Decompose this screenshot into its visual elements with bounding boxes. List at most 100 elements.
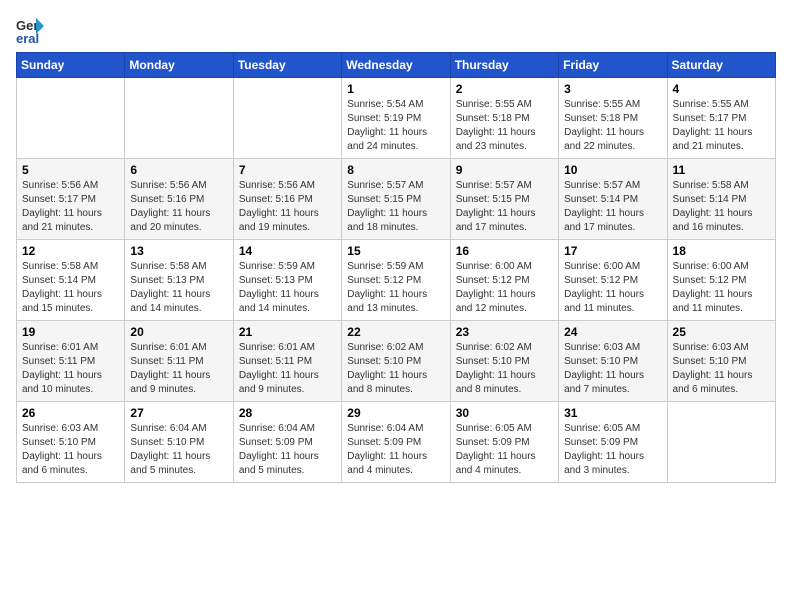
day-number: 25	[673, 325, 770, 339]
day-info: Sunrise: 5:57 AM Sunset: 5:14 PM Dayligh…	[564, 179, 661, 235]
day-info: Sunrise: 5:58 AM Sunset: 5:14 PM Dayligh…	[22, 260, 119, 316]
logo-icon: Gen eral	[16, 16, 44, 44]
calendar-cell: 23 Sunrise: 6:02 AM Sunset: 5:10 PM Dayli…	[450, 321, 558, 402]
calendar-cell: 29Sunrise: 6:04 AM Sunset: 5:09 PM Dayli…	[342, 402, 450, 483]
day-number: 22	[347, 325, 444, 339]
calendar: SundayMondayTuesdayWednesdayThursdayFrid…	[16, 52, 776, 483]
day-info: Sunrise: 5:57 AM Sunset: 5:15 PM Dayligh…	[347, 179, 444, 235]
weekday-header-thursday: Thursday	[450, 53, 558, 78]
calendar-cell: 11 Sunrise: 5:58 AM Sunset: 5:14 PM Dayli…	[667, 159, 775, 240]
day-info: Sunrise: 5:55 AM Sunset: 5:18 PM Dayligh…	[564, 98, 661, 154]
weekday-header-saturday: Saturday	[667, 53, 775, 78]
calendar-cell: 12 Sunrise: 5:58 AM Sunset: 5:14 PM Dayli…	[17, 240, 125, 321]
calendar-cell: 15Sunrise: 5:59 AM Sunset: 5:12 PM Dayli…	[342, 240, 450, 321]
day-info: Sunrise: 5:56 AM Sunset: 5:16 PM Dayligh…	[130, 179, 227, 235]
calendar-cell	[125, 78, 233, 159]
day-number: 13	[130, 244, 227, 258]
day-info: Sunrise: 6:04 AM Sunset: 5:09 PM Dayligh…	[239, 422, 336, 478]
calendar-cell: 21Sunrise: 6:01 AM Sunset: 5:11 PM Dayli…	[233, 321, 341, 402]
page-header: Gen eral	[16, 16, 776, 44]
day-info: Sunrise: 6:02 AM Sunset: 5:10 PM Dayligh…	[456, 341, 553, 397]
day-info: Sunrise: 5:57 AM Sunset: 5:15 PM Dayligh…	[456, 179, 553, 235]
calendar-cell: 14Sunrise: 5:59 AM Sunset: 5:13 PM Dayli…	[233, 240, 341, 321]
day-number: 23	[456, 325, 553, 339]
day-number: 26	[22, 406, 119, 420]
weekday-header-sunday: Sunday	[17, 53, 125, 78]
day-number: 8	[347, 163, 444, 177]
logo: Gen eral	[16, 16, 48, 44]
day-number: 12	[22, 244, 119, 258]
calendar-cell: 27 Sunrise: 6:04 AM Sunset: 5:10 PM Dayli…	[125, 402, 233, 483]
calendar-cell: 20 Sunrise: 6:01 AM Sunset: 5:11 PM Dayli…	[125, 321, 233, 402]
calendar-cell: 5 Sunrise: 5:56 AM Sunset: 5:17 PM Daylig…	[17, 159, 125, 240]
calendar-cell: 19 Sunrise: 6:01 AM Sunset: 5:11 PM Dayli…	[17, 321, 125, 402]
day-number: 19	[22, 325, 119, 339]
calendar-cell: 25 Sunrise: 6:03 AM Sunset: 5:10 PM Dayli…	[667, 321, 775, 402]
day-number: 2	[456, 82, 553, 96]
day-info: Sunrise: 6:03 AM Sunset: 5:10 PM Dayligh…	[564, 341, 661, 397]
day-number: 6	[130, 163, 227, 177]
day-info: Sunrise: 6:05 AM Sunset: 5:09 PM Dayligh…	[564, 422, 661, 478]
day-info: Sunrise: 6:03 AM Sunset: 5:10 PM Dayligh…	[22, 422, 119, 478]
day-info: Sunrise: 6:00 AM Sunset: 5:12 PM Dayligh…	[456, 260, 553, 316]
day-number: 30	[456, 406, 553, 420]
weekday-header-row: SundayMondayTuesdayWednesdayThursdayFrid…	[17, 53, 776, 78]
calendar-cell	[17, 78, 125, 159]
day-info: Sunrise: 6:02 AM Sunset: 5:10 PM Dayligh…	[347, 341, 444, 397]
day-number: 28	[239, 406, 336, 420]
weekday-header-wednesday: Wednesday	[342, 53, 450, 78]
day-number: 18	[673, 244, 770, 258]
day-number: 1	[347, 82, 444, 96]
day-number: 7	[239, 163, 336, 177]
calendar-cell: 16 Sunrise: 6:00 AM Sunset: 5:12 PM Dayli…	[450, 240, 558, 321]
week-row-5: 26 Sunrise: 6:03 AM Sunset: 5:10 PM Dayli…	[17, 402, 776, 483]
calendar-cell: 7 Sunrise: 5:56 AM Sunset: 5:16 PM Daylig…	[233, 159, 341, 240]
calendar-cell: 26 Sunrise: 6:03 AM Sunset: 5:10 PM Dayli…	[17, 402, 125, 483]
day-info: Sunrise: 5:55 AM Sunset: 5:18 PM Dayligh…	[456, 98, 553, 154]
day-info: Sunrise: 5:59 AM Sunset: 5:13 PM Dayligh…	[239, 260, 336, 316]
calendar-cell: 1 Sunrise: 5:54 AM Sunset: 5:19 PM Daylig…	[342, 78, 450, 159]
calendar-cell: 8 Sunrise: 5:57 AM Sunset: 5:15 PM Daylig…	[342, 159, 450, 240]
week-row-3: 12 Sunrise: 5:58 AM Sunset: 5:14 PM Dayli…	[17, 240, 776, 321]
calendar-cell: 10 Sunrise: 5:57 AM Sunset: 5:14 PM Dayli…	[559, 159, 667, 240]
day-number: 5	[22, 163, 119, 177]
day-number: 4	[673, 82, 770, 96]
day-number: 11	[673, 163, 770, 177]
day-info: Sunrise: 5:54 AM Sunset: 5:19 PM Dayligh…	[347, 98, 444, 154]
week-row-1: 1 Sunrise: 5:54 AM Sunset: 5:19 PM Daylig…	[17, 78, 776, 159]
weekday-header-tuesday: Tuesday	[233, 53, 341, 78]
day-number: 16	[456, 244, 553, 258]
calendar-cell: 22 Sunrise: 6:02 AM Sunset: 5:10 PM Dayli…	[342, 321, 450, 402]
weekday-header-monday: Monday	[125, 53, 233, 78]
day-info: Sunrise: 6:00 AM Sunset: 5:12 PM Dayligh…	[673, 260, 770, 316]
day-number: 10	[564, 163, 661, 177]
calendar-cell: 6 Sunrise: 5:56 AM Sunset: 5:16 PM Daylig…	[125, 159, 233, 240]
week-row-4: 19 Sunrise: 6:01 AM Sunset: 5:11 PM Dayli…	[17, 321, 776, 402]
day-info: Sunrise: 5:55 AM Sunset: 5:17 PM Dayligh…	[673, 98, 770, 154]
day-info: Sunrise: 6:04 AM Sunset: 5:09 PM Dayligh…	[347, 422, 444, 478]
calendar-cell: 18 Sunrise: 6:00 AM Sunset: 5:12 PM Dayli…	[667, 240, 775, 321]
calendar-cell: 24 Sunrise: 6:03 AM Sunset: 5:10 PM Dayli…	[559, 321, 667, 402]
calendar-cell: 4 Sunrise: 5:55 AM Sunset: 5:17 PM Daylig…	[667, 78, 775, 159]
day-number: 27	[130, 406, 227, 420]
day-info: Sunrise: 5:56 AM Sunset: 5:16 PM Dayligh…	[239, 179, 336, 235]
day-info: Sunrise: 6:01 AM Sunset: 5:11 PM Dayligh…	[130, 341, 227, 397]
day-info: Sunrise: 6:03 AM Sunset: 5:10 PM Dayligh…	[673, 341, 770, 397]
day-info: Sunrise: 6:01 AM Sunset: 5:11 PM Dayligh…	[22, 341, 119, 397]
day-number: 15	[347, 244, 444, 258]
calendar-cell: 31 Sunrise: 6:05 AM Sunset: 5:09 PM Dayli…	[559, 402, 667, 483]
day-info: Sunrise: 5:58 AM Sunset: 5:14 PM Dayligh…	[673, 179, 770, 235]
day-number: 24	[564, 325, 661, 339]
calendar-cell	[233, 78, 341, 159]
day-info: Sunrise: 5:58 AM Sunset: 5:13 PM Dayligh…	[130, 260, 227, 316]
day-info: Sunrise: 6:05 AM Sunset: 5:09 PM Dayligh…	[456, 422, 553, 478]
day-number: 20	[130, 325, 227, 339]
calendar-cell: 3Sunrise: 5:55 AM Sunset: 5:18 PM Daylig…	[559, 78, 667, 159]
calendar-cell: 28 Sunrise: 6:04 AM Sunset: 5:09 PM Dayli…	[233, 402, 341, 483]
day-info: Sunrise: 5:56 AM Sunset: 5:17 PM Dayligh…	[22, 179, 119, 235]
calendar-cell	[667, 402, 775, 483]
calendar-cell: 30 Sunrise: 6:05 AM Sunset: 5:09 PM Dayli…	[450, 402, 558, 483]
day-number: 31	[564, 406, 661, 420]
svg-text:eral: eral	[16, 31, 39, 44]
day-info: Sunrise: 6:04 AM Sunset: 5:10 PM Dayligh…	[130, 422, 227, 478]
